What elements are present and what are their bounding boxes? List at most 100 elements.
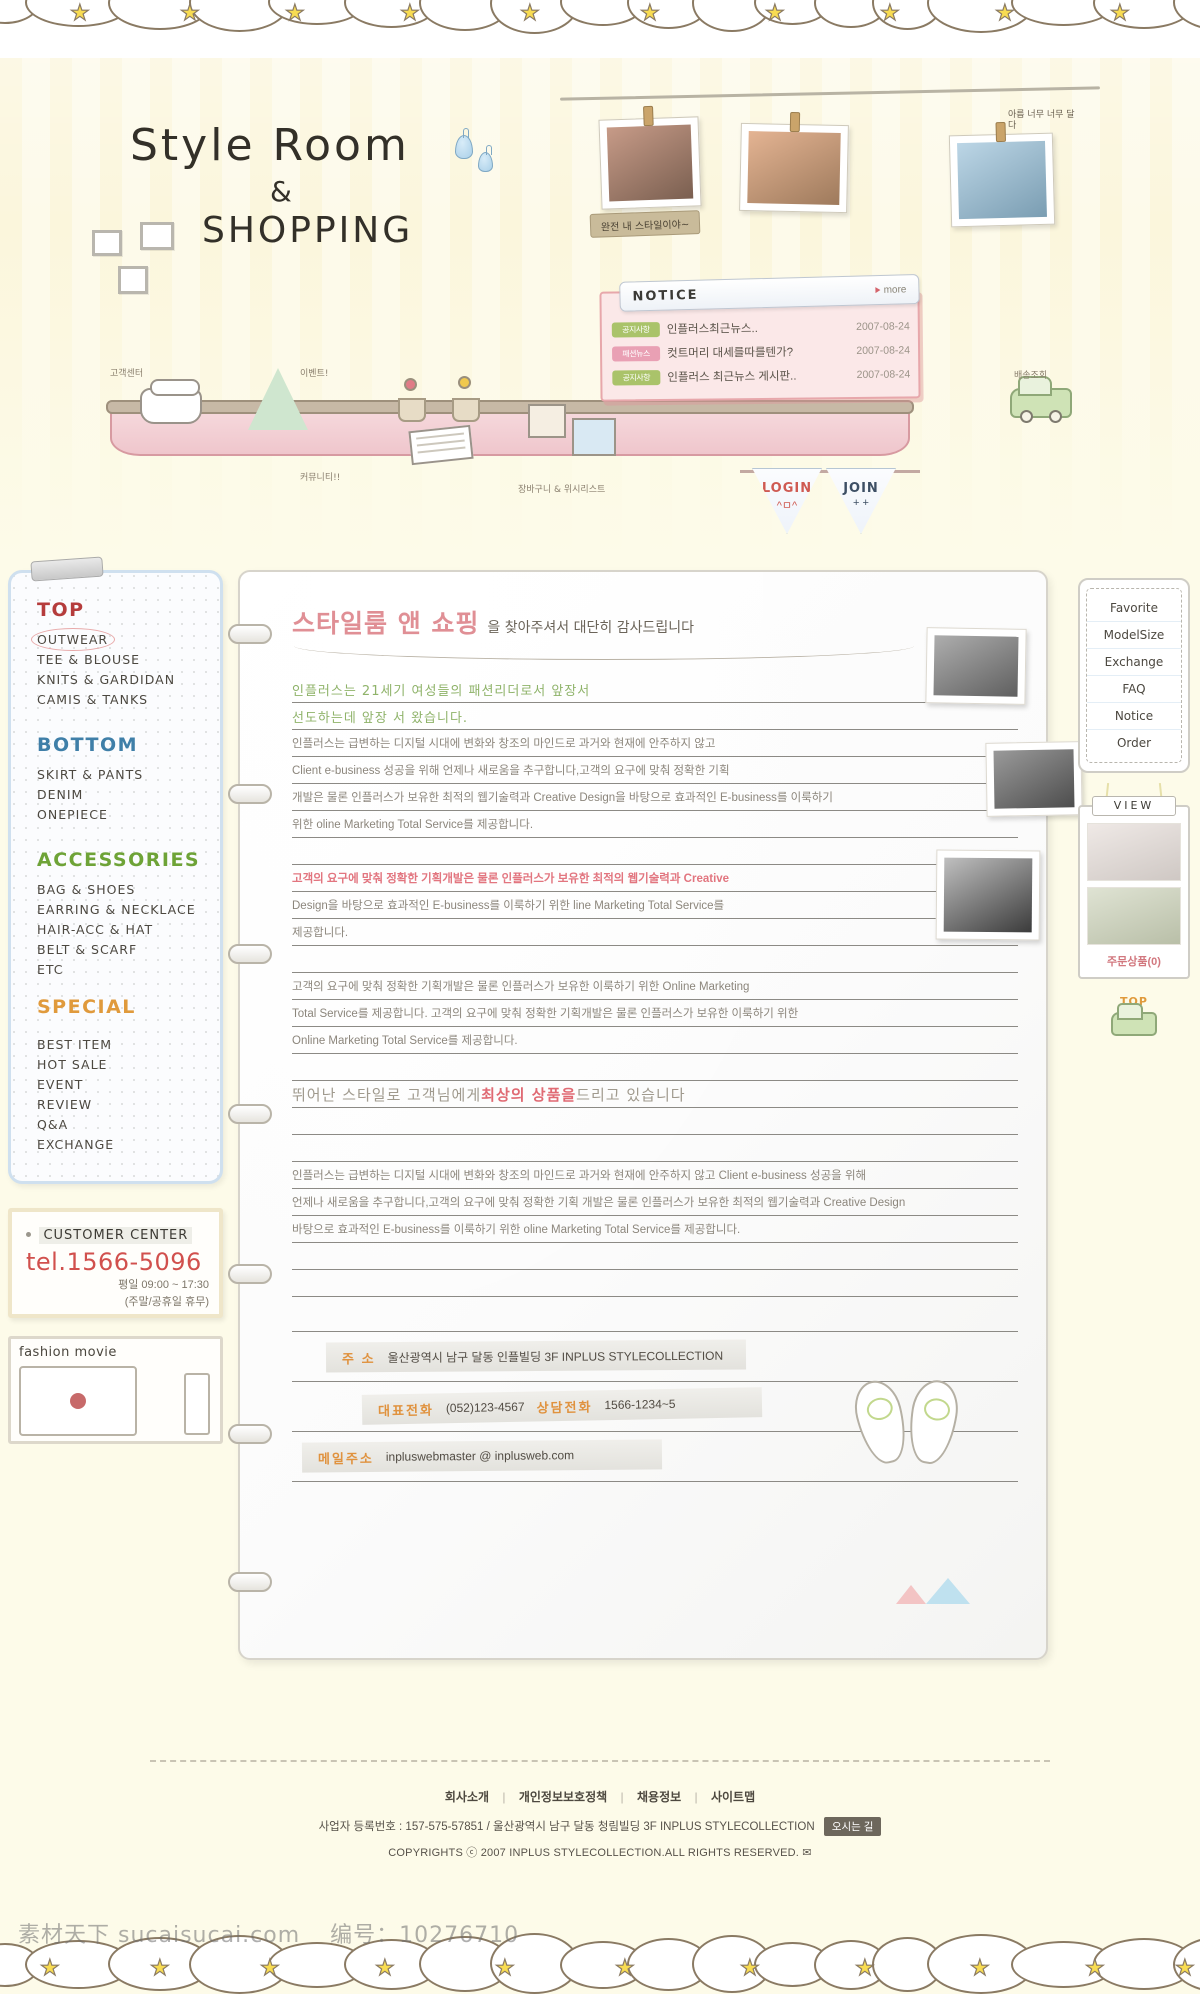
notice-more-button[interactable]: more [875, 283, 907, 296]
blank-line-4 [292, 1108, 1018, 1135]
sidebar-item-skirt-pants[interactable]: SKIRT & PANTS [37, 765, 143, 785]
sidebar-item-belt-scarf[interactable]: BELT & SCARF [37, 940, 137, 960]
sidebar-item-exchange[interactable]: EXCHANGE [37, 1135, 114, 1155]
quick-item-exchange[interactable]: Exchange [1087, 649, 1181, 676]
sidebar-item-knits-gardidan[interactable]: KNITS & GARDIDAN [37, 670, 175, 690]
customer-center-hours-2: (주말/공휴일 휴무) [124, 1296, 209, 1308]
paragraph1-line-4: 위한 oline Marketing Total Service를 제공합니다. [292, 811, 1018, 838]
boat-sail-blue [926, 1578, 970, 1604]
contact-row-phone: 대표전화 (052)123-4567 상담전화 1566-1234~5 [361, 1387, 763, 1425]
notice-item-date: 2007-08-24 [856, 368, 911, 381]
logo-line-1: Style Room [130, 120, 410, 171]
email-value[interactable]: inpluswebmaster @ inplusweb.com [386, 1448, 574, 1464]
content-photo-3[interactable] [935, 849, 1041, 941]
notice-badge: 공지사항 [612, 369, 661, 386]
footer-link-company[interactable]: 회사소개 [445, 1790, 489, 1804]
welcome-heading: 스타일룸 앤 쇼핑 을 찾아주셔서 대단히 감사드립니다 [286, 604, 1018, 640]
sidebar-item-event[interactable]: EVENT [37, 1075, 83, 1095]
decorative-squiggle [294, 646, 914, 660]
footer-business-info: 사업자 등록번호 : 157-575-57851 / 울산광역시 남구 달동 청… [318, 1821, 815, 1833]
notice-list: 공지사항 인플러스최근뉴스.. 2007-08-24 패션뉴스 컷트머리 대세를… [611, 314, 911, 389]
footer-link-sitemap[interactable]: 사이트맵 [711, 1790, 755, 1804]
notice-list-item[interactable]: 패션뉴스 컷트머리 대세를따를텐가? 2007-08-24 [612, 338, 910, 365]
photo-image [933, 635, 1019, 697]
category-title-bottom: BOTTOM [37, 734, 139, 756]
right-sidebar: Favorite ModelSize Exchange FAQ Notice O… [1078, 578, 1190, 1036]
scroll-to-top-button[interactable]: TOP [1078, 995, 1190, 1036]
quick-item-modelsize[interactable]: ModelSize [1087, 622, 1181, 649]
header-photo-1[interactable] [598, 105, 702, 210]
notice-item-date: 2007-08-24 [856, 344, 911, 357]
plant-pot-icon-2 [452, 398, 480, 422]
footer-link-recruit[interactable]: 채용정보 [637, 1790, 681, 1804]
notice-tab-header: NOTICE more [619, 273, 920, 312]
view-thumbnail-1[interactable] [1087, 823, 1181, 881]
hand-headline-highlight: 최상의 상품을 [481, 1085, 577, 1104]
sidebar-item-bag-shoes[interactable]: BAG & SHOES [37, 880, 135, 900]
site-footer: 회사소개 | 개인정보보호정책 | 채용정보 | 사이트맵 사업자 등록번호 :… [0, 1760, 1200, 1910]
notice-item-title: 컷트머리 대세를따를텐가? [667, 346, 794, 360]
blank-line-2 [292, 946, 1018, 973]
footer-separator-3: | [694, 1790, 698, 1804]
movie-player-screen[interactable] [19, 1366, 137, 1436]
customer-center-title: CUSTOMER CENTER [39, 1227, 193, 1244]
site-logo[interactable]: Style Room & SHOPPING [130, 120, 413, 251]
clothespin-icon-1 [643, 105, 654, 127]
sidebar-item-camis-tanks[interactable]: CAMIS & TANKS [37, 690, 148, 710]
sidebar-item-review[interactable]: REVIEW [37, 1095, 92, 1115]
sidebar-item-hair-acc-hat[interactable]: HAIR-ACC & HAT [37, 920, 153, 940]
hand-headline-post: 드리고 있습니다 [576, 1085, 686, 1104]
map-button[interactable]: 오시는 길 [823, 1817, 882, 1836]
notice-more-label: more [883, 283, 907, 296]
photo-image-3 [957, 140, 1047, 220]
welcome-highlight: 스타일룸 앤 쇼핑 [292, 609, 480, 638]
quick-item-favorite[interactable]: Favorite [1087, 595, 1181, 622]
email-label: 메일주소 [317, 1450, 374, 1466]
notice-item-title: 인플러스 최근뉴스 게시판.. [667, 370, 797, 384]
delivery-car-icon [1010, 376, 1072, 423]
binder-ring-1 [228, 624, 272, 644]
binder-ring-3 [228, 944, 272, 964]
left-sidebar: TOP OUTWEAR TEE & BLOUSE KNITS & GARDIDA… [8, 570, 223, 1444]
header-photo-3[interactable] [948, 121, 1056, 228]
sidebar-item-onepiece[interactable]: ONEPIECE [37, 805, 108, 825]
quick-item-order[interactable]: Order [1087, 730, 1181, 756]
sidebar-item-outwear[interactable]: OUTWEAR [30, 628, 116, 651]
sidebar-item-tee-blouse[interactable]: TEE & BLOUSE [37, 650, 140, 670]
paragraph2-red-line: 고객의 요구에 맞춰 정확한 기획개발은 물론 인플러스가 보유한 최적의 웹기… [292, 865, 1018, 892]
blank-line-7 [292, 1270, 1018, 1297]
footer-divider [150, 1760, 1050, 1762]
contact-rule-1 [292, 1331, 1018, 1332]
bullet-dot-icon [26, 1232, 31, 1238]
notice-list-item[interactable]: 공지사항 인플러스 최근뉴스 게시판.. 2007-08-24 [612, 362, 910, 389]
fashion-movie-card[interactable]: fashion movie [8, 1336, 223, 1444]
sandal-strap-1 [864, 1395, 896, 1423]
shelf-edge [106, 400, 914, 414]
sidebar-item-hot-sale[interactable]: HOT SALE [37, 1055, 107, 1075]
cart-count-label[interactable]: 주문상품(0) [1087, 951, 1181, 969]
view-thumbnail-2[interactable] [1087, 887, 1181, 945]
watermark-site: 素材天下 sucaisucai.com [18, 1923, 301, 1948]
top-car-icon [1111, 1003, 1157, 1036]
customer-center-tel: tel.1566-5096 [26, 1248, 202, 1276]
deco-label-delivery: 배송조회 [1014, 371, 1048, 381]
sidebar-item-qa[interactable]: Q&A [37, 1115, 68, 1135]
binder-ring-7 [228, 1572, 272, 1592]
notice-list-item[interactable]: 공지사항 인플러스최근뉴스.. 2007-08-24 [611, 314, 910, 341]
logo-line-2: & [270, 175, 292, 208]
footer-copyright: COPYRIGHTS ⓒ 2007 INPLUS STYLECOLLECTION… [388, 1847, 812, 1859]
sidebar-item-etc[interactable]: ETC [37, 960, 64, 980]
quick-item-faq[interactable]: FAQ [1087, 676, 1181, 703]
sidebar-item-denim[interactable]: DENIM [37, 785, 83, 805]
content-photo-2[interactable] [985, 741, 1083, 817]
footer-link-privacy[interactable]: 개인정보보호정책 [519, 1790, 607, 1804]
content-photo-1[interactable] [925, 627, 1027, 705]
hand-headline-pre: 뛰어난 스타일로 고객님에게 [292, 1085, 482, 1104]
sidebar-item-earring-necklace[interactable]: EARRING & NECKLACE [37, 900, 196, 920]
header-photo-2[interactable] [739, 111, 849, 214]
category-title-top: TOP [37, 599, 85, 621]
sandals-icon [848, 1375, 988, 1470]
customer-center-hours-1: 평일 09:00 ~ 17:30 [118, 1279, 209, 1291]
quick-item-notice[interactable]: Notice [1087, 703, 1181, 730]
sidebar-item-best-item[interactable]: BEST ITEM [37, 1035, 112, 1055]
